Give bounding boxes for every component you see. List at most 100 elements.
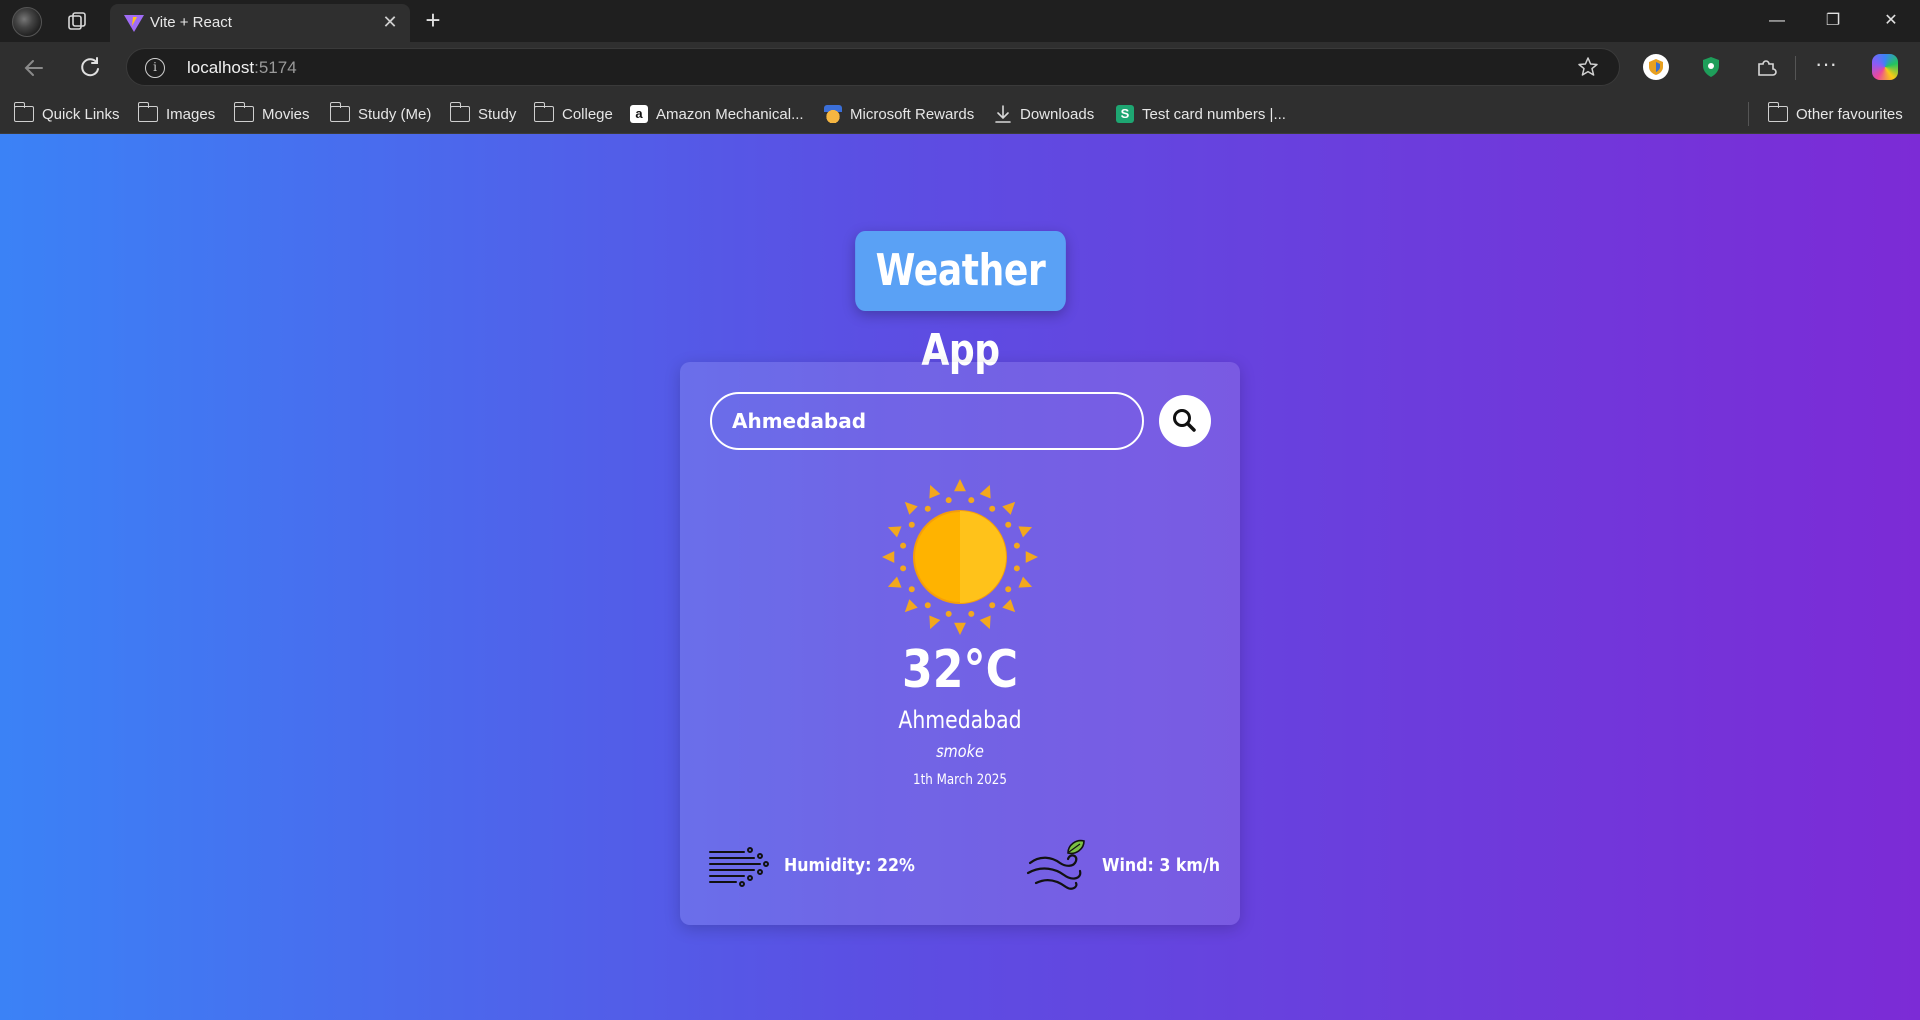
folder-icon [13,102,34,122]
city-search-input[interactable] [710,392,1144,450]
bookmark-label: Images [166,105,216,123]
bookmark-label: College [562,105,613,123]
bookmark-study[interactable]: Study [449,102,517,126]
browser-tab-bar: Vite + React ✕ + — ❐ ✕ [0,0,1920,42]
bookmark-label: Microsoft Rewards [850,105,975,123]
browser-tab-active[interactable]: Vite + React ✕ [110,4,410,42]
humidity-stat: Humidity: 22% [708,840,933,890]
extensions-puzzle-icon[interactable] [1753,54,1779,80]
tab-actions-icon[interactable] [66,10,88,32]
weather-app-page: Weather App 32°C Ahmedabad smoke 1th Mar… [0,134,1920,1020]
bookmark-quick-links[interactable]: Quick Links [13,102,120,126]
bookmark-label: Movies [262,105,310,123]
stripe-icon: S [1116,105,1134,123]
weather-card: 32°C Ahmedabad smoke 1th March 2025 [680,362,1240,925]
humidity-icon [709,847,769,887]
folder-icon [329,102,350,122]
bookmark-other-favourites[interactable]: Other favourites [1767,102,1903,126]
sun-ray [1002,599,1016,613]
sun-ray-dot [945,497,952,504]
url-text[interactable]: localhost:5174 [187,58,297,78]
sun-ray-dot [924,602,931,609]
refresh-icon[interactable] [76,54,104,82]
sun-ray-dot [989,602,996,609]
bookmark-label: Test card numbers |... [1142,105,1286,123]
sun-ray-dot [1005,521,1012,528]
weather-description: smoke [936,742,984,762]
sun-ray-dot [900,565,907,572]
sun-ray [979,484,991,499]
sun-ray [887,576,902,588]
close-window-button[interactable]: ✕ [1878,8,1904,34]
sun-ray [1018,576,1033,588]
sun-ray-dot [1005,586,1012,593]
vite-favicon-icon [124,15,144,32]
extension-security-icon[interactable] [1698,54,1724,80]
new-tab-button[interactable]: + [420,7,446,34]
bookmark-label: Other favourites [1796,105,1903,123]
bookmark-microsoft-rewards[interactable]: Microsoft Rewards [824,102,974,126]
tab-title: Vite + React [150,14,232,31]
sun-ray [979,615,991,630]
download-icon [995,105,1011,123]
sun-ray [904,501,918,515]
sun-ray-dot [945,610,952,617]
city-name: Ahmedabad [898,706,1022,734]
copilot-icon[interactable] [1872,54,1898,80]
sun-ray [954,479,966,492]
wind-label: Wind: 3 km/h [1102,854,1221,876]
site-info-icon[interactable]: i [145,58,165,78]
sun-ray-dot [924,505,931,512]
favorite-star-icon[interactable] [1577,56,1599,78]
sun-ray [1002,501,1016,515]
wind-icon [1026,839,1085,890]
address-bar[interactable]: i localhost:5174 [126,48,1620,86]
bookmark-label: Study [478,105,517,123]
toolbar-divider [1795,56,1796,80]
bookmark-downloads[interactable]: Downloads [994,102,1094,126]
sun-ray-dot [908,521,915,528]
bookmark-movies[interactable]: Movies [233,102,310,126]
sun-ray [887,526,902,538]
url-port: :5174 [254,58,297,77]
sun-ray-dot [908,586,915,593]
bookmark-label: Quick Links [42,105,120,123]
bookmark-college[interactable]: College [533,102,613,126]
sun-ray-dot [968,497,975,504]
bookmark-label: Amazon Mechanical... [656,105,804,123]
folder-icon [137,102,158,122]
amazon-icon: a [630,105,648,123]
sun-ray-dot [1013,565,1020,572]
url-host: localhost [187,58,255,77]
page-title: Weather App [855,231,1066,376]
temperature-value: 32°C [901,640,1019,700]
medal-icon [824,105,842,123]
sun-ray-dot [968,610,975,617]
folder-icon [1767,102,1788,122]
bookmark-label: Downloads [1020,105,1095,123]
bookmark-images[interactable]: Images [137,102,216,126]
folder-icon [533,102,554,122]
sun-ray [882,551,895,563]
bookmarks-bar: Quick Links Images Movies Study (Me) Stu… [0,94,1920,134]
sun-icon [882,479,1038,635]
search-button[interactable] [1159,395,1211,447]
sun-ray [1018,526,1033,538]
profile-avatar[interactable] [12,7,42,37]
tab-close-icon[interactable]: ✕ [380,12,400,32]
extension-shield-icon[interactable] [1643,54,1669,80]
bookmark-study-me[interactable]: Study (Me) [329,102,432,126]
more-options-icon[interactable]: ··· [1813,53,1839,80]
sun-ray [1025,551,1038,563]
bookmarks-divider [1748,102,1749,126]
minimize-button[interactable]: — [1764,8,1790,34]
bookmark-label: Study (Me) [358,105,432,123]
restore-button[interactable]: ❐ [1820,8,1846,34]
weather-date: 1th March 2025 [913,772,1007,788]
back-arrow-icon[interactable] [20,54,48,82]
sun-ray-dot [1013,542,1020,549]
bookmark-amazon-mechanical[interactable]: a Amazon Mechanical... [630,102,804,126]
folder-icon [449,102,470,122]
folder-icon [233,102,254,122]
bookmark-test-card-numbers[interactable]: S Test card numbers |... [1116,102,1286,126]
